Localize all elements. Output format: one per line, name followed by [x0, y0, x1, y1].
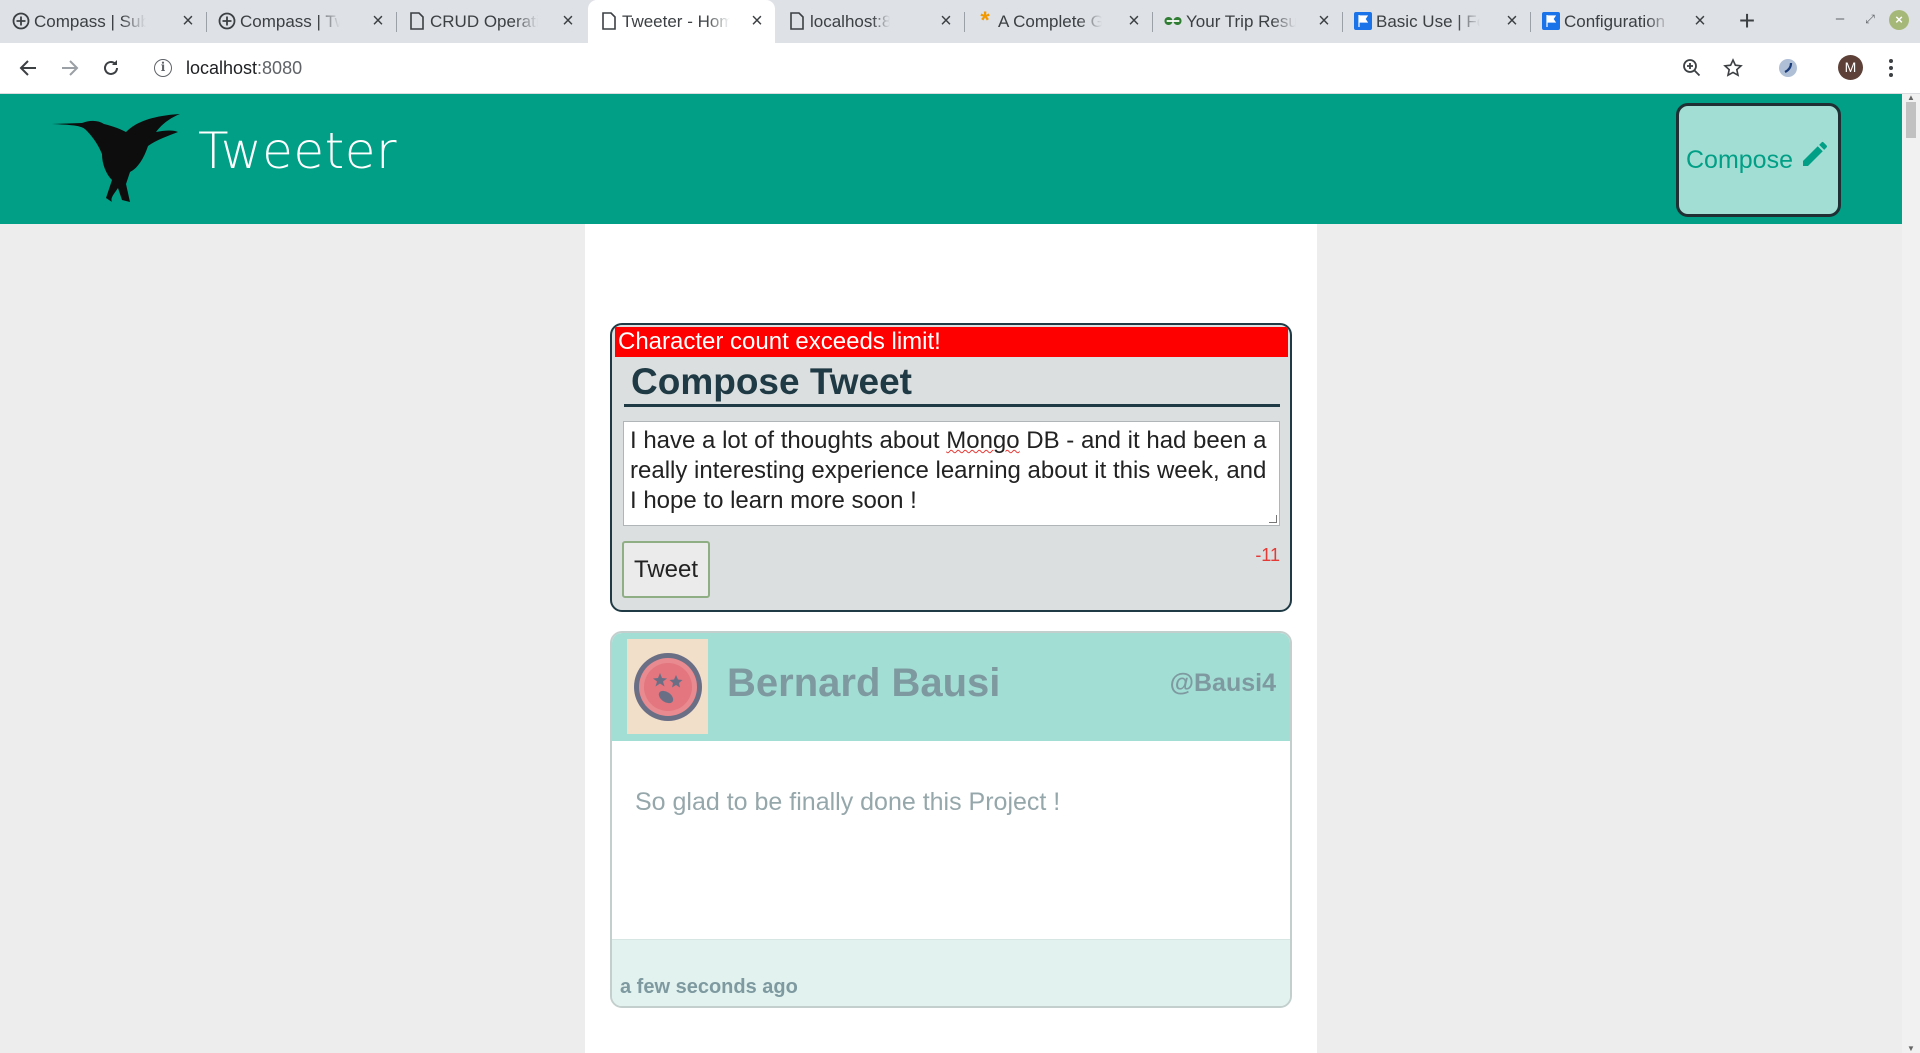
compose-title: Compose Tweet [624, 359, 1280, 407]
window-close-icon[interactable]: × [1889, 10, 1909, 30]
tweet-author-name: Bernard Bausi [727, 661, 1001, 705]
compose-button-label: Compose [1686, 145, 1793, 174]
scroll-up-icon[interactable]: ▲ [1906, 94, 1916, 102]
browser-tab-configuration[interactable]: Configuration × [1530, 0, 1718, 43]
profile-avatar[interactable]: M [1838, 55, 1863, 80]
misspelled-word: Mongo [946, 427, 1020, 454]
tweet-timestamp: a few seconds ago [620, 976, 798, 998]
tab-close-icon[interactable]: × [368, 11, 388, 31]
compass-icon [12, 12, 30, 30]
url-host: localhost [186, 57, 258, 78]
forward-icon[interactable] [55, 53, 85, 83]
bookmark-star-icon[interactable] [1719, 54, 1747, 82]
browser-toolbar: i localhost:8080 M [0, 43, 1920, 94]
browser-tab-basic-use[interactable]: Basic Use | Fo × [1342, 0, 1531, 43]
tab-close-icon[interactable]: × [558, 11, 578, 31]
tweet-author-handle: @Bausi4 [1169, 669, 1276, 697]
scroll-thumb[interactable] [1906, 102, 1916, 138]
tab-title: Compass | Tw [240, 11, 340, 31]
error-message: Character count exceeds limit! [615, 327, 1288, 357]
restore-icon[interactable]: ⤢ [1859, 8, 1881, 30]
tweet-button[interactable]: Tweet [622, 541, 710, 598]
tab-close-icon[interactable]: × [1690, 11, 1710, 31]
tweet-body: So glad to be finally done this Project … [635, 788, 1061, 816]
app-header: Tweeter Compose [0, 94, 1902, 224]
minimize-icon[interactable]: – [1829, 8, 1851, 30]
site-info-icon[interactable]: i [154, 59, 172, 77]
browser-tab-compass-2[interactable]: Compass | Tw × [206, 0, 397, 43]
page-scrollbar[interactable]: ▲ ▼ [1902, 94, 1920, 1053]
tab-title: Your Trip Resu [1186, 11, 1296, 31]
tweet-card: Bernard Bausi @Bausi4 So glad to be fina… [610, 631, 1292, 1008]
page-icon [600, 12, 618, 30]
compass-icon [218, 12, 236, 30]
tab-close-icon[interactable]: × [936, 11, 956, 31]
asterisk-icon: * [980, 7, 990, 34]
scroll-down-icon[interactable]: ▼ [1906, 1045, 1916, 1053]
tab-close-icon[interactable]: × [178, 11, 198, 31]
tab-close-icon[interactable]: × [1124, 11, 1144, 31]
tab-close-icon[interactable]: × [747, 11, 767, 31]
app-title: Tweeter [198, 122, 398, 180]
tab-title: Compass | Sub [34, 11, 146, 31]
browser-tab-trip[interactable]: Your Trip Resu × [1152, 0, 1343, 43]
browser-tab-localhost[interactable]: localhost:8080 × [776, 0, 965, 43]
browser-tab-tweeter[interactable]: Tweeter - Hom × [588, 0, 775, 43]
browser-menu-icon[interactable] [1877, 54, 1905, 82]
pencil-icon [1803, 141, 1828, 166]
browser-tab-complete-guide[interactable]: * A Complete Gu × [964, 0, 1153, 43]
tab-close-icon[interactable]: × [1502, 11, 1522, 31]
extension-icon[interactable] [1774, 54, 1802, 82]
avatar [627, 639, 708, 734]
avatar-icon [633, 652, 702, 721]
flag-icon [1542, 12, 1560, 30]
character-counter: -11 [1255, 545, 1280, 565]
tweet-footer: a few seconds ago [612, 939, 1290, 1006]
compose-button[interactable]: Compose [1676, 103, 1841, 217]
hummingbird-logo-icon [52, 114, 180, 202]
resize-grip-icon[interactable] [1269, 515, 1277, 523]
address-bar[interactable]: i localhost:8080 [146, 51, 1656, 85]
page-icon [788, 12, 806, 30]
tab-title: Tweeter - Hom [622, 11, 730, 31]
browser-tab-compass-1[interactable]: Compass | Sub × [0, 0, 207, 43]
tab-close-icon[interactable]: × [1314, 11, 1334, 31]
tab-title: Configuration [1564, 11, 1666, 31]
tab-title: CRUD Operati [430, 11, 538, 31]
zoom-icon[interactable] [1678, 54, 1706, 82]
tab-title: localhost:8080 [810, 11, 890, 31]
trip-icon [1164, 12, 1182, 30]
tweet-textarea[interactable]: I have a lot of thoughts about Mongo DB … [623, 421, 1280, 526]
flag-icon [1354, 12, 1372, 30]
compose-tweet-panel: Character count exceeds limit! Compose T… [610, 323, 1292, 612]
new-tab-button[interactable]: + [1731, 6, 1763, 38]
back-icon[interactable] [13, 53, 43, 83]
page-viewport: Tweeter Compose Character count exceeds … [0, 94, 1920, 1053]
tab-title: Basic Use | Fo [1376, 11, 1480, 31]
browser-tab-crud[interactable]: CRUD Operati × [396, 0, 586, 43]
tweet-header: Bernard Bausi @Bausi4 [612, 633, 1290, 741]
page-icon [408, 12, 426, 30]
browser-tab-strip: Compass | Sub × Compass | Tw × CRUD Oper… [0, 0, 1920, 43]
url-port: :8080 [257, 57, 303, 78]
tweet-text-part: I have a lot of thoughts about [630, 427, 947, 454]
url-text[interactable]: localhost:8080 [186, 58, 302, 79]
tab-title: A Complete Gu [998, 11, 1102, 31]
reload-icon[interactable] [96, 53, 126, 83]
